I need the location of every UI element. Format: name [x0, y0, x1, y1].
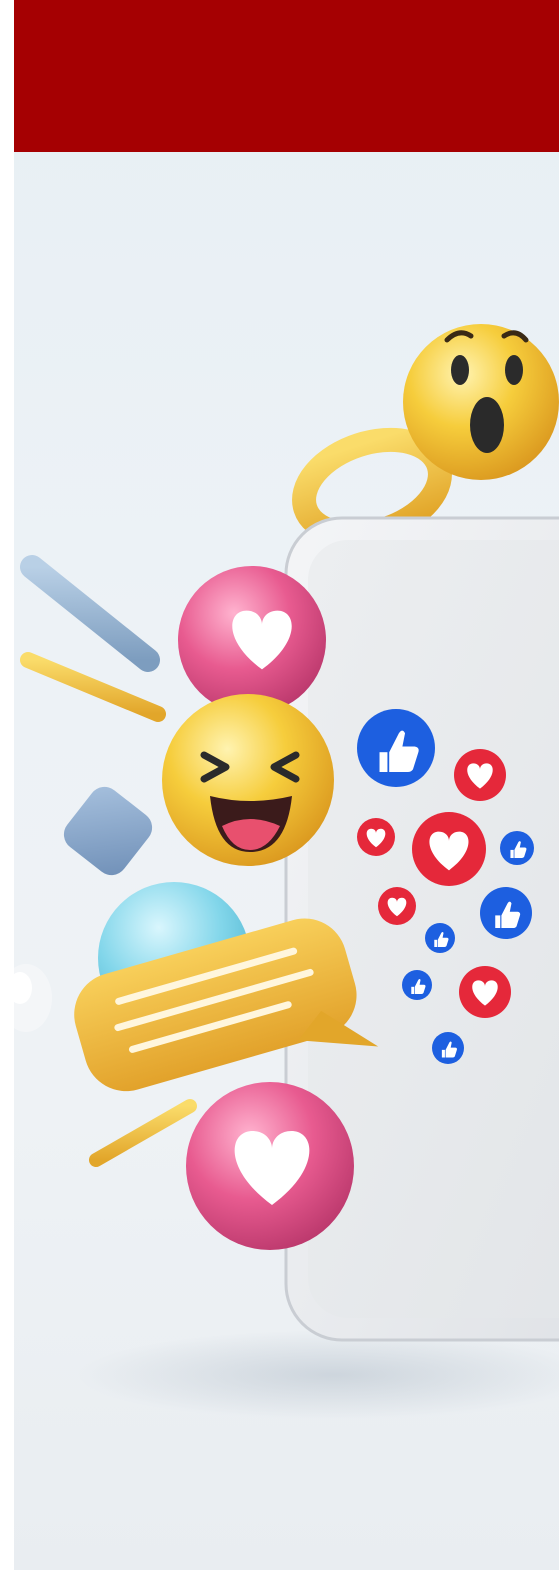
like-icon: [402, 970, 432, 1000]
pink-heart-bubble-large-icon: [186, 1082, 354, 1250]
laugh-emoji-icon: [162, 694, 334, 866]
like-icon: [500, 831, 534, 865]
pink-heart-bubble-icon: [178, 566, 326, 714]
yellow-rod-decoration: [20, 652, 166, 722]
yellow-rod-bottom-decoration: [89, 1099, 197, 1167]
heart-icon: [357, 818, 395, 856]
white-sphere-decoration: [14, 964, 52, 1032]
heart-icon: [412, 812, 486, 886]
like-icon: [357, 709, 435, 787]
hero-image: [14, 0, 559, 1570]
heart-icon: [459, 966, 511, 1018]
heart-icon: [454, 749, 506, 801]
wow-emoji-icon: [403, 324, 559, 480]
like-icon: [425, 923, 455, 953]
blue-rod-decoration: [20, 555, 160, 672]
heart-icon: [378, 887, 416, 925]
like-icon: [480, 887, 532, 939]
blue-cube-decoration: [63, 786, 153, 876]
reaction-scene: [14, 324, 559, 1342]
like-icon: [432, 1032, 464, 1064]
